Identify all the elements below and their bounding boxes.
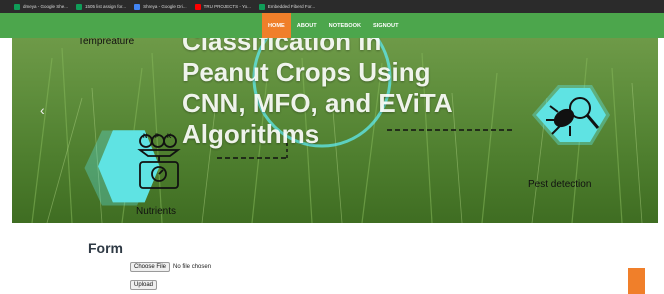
sheets-icon <box>14 3 20 10</box>
temperature-label: Tempreature <box>78 38 135 47</box>
bookmark-label: 1505 list assign for... <box>85 4 127 9</box>
file-status-text: No file chosen <box>173 264 212 270</box>
back-to-top-button[interactable] <box>628 268 645 294</box>
upload-button[interactable]: Upload <box>130 280 158 290</box>
nav-about[interactable]: ABOUT <box>291 13 323 38</box>
bookmark-label: Shreya - Google Dri... <box>143 4 187 9</box>
nav-home[interactable]: HOME <box>262 13 291 38</box>
hero-title-line: Algorithms <box>182 119 320 149</box>
hero-title-line: Peanut Crops Using <box>182 57 431 87</box>
bookmark-label: Embedded Fiberd For... <box>267 4 316 9</box>
youtube-icon <box>194 3 201 10</box>
nutrients-label: Nutrients <box>136 206 177 217</box>
hero-title: Classification in Peanut Crops Using CNN… <box>182 38 512 150</box>
sheets-icon <box>76 3 83 10</box>
bookmark-sheets-3[interactable]: Embedded Fiberd For... <box>258 3 316 10</box>
hero-banner: ‹ Classification in Peanut Crops Using C… <box>12 38 658 223</box>
bookmark-drive[interactable]: Shreya - Google Dri... <box>134 3 187 10</box>
nav-menu: HOME ABOUT NOTEBOOK SIGNOUT <box>262 13 404 38</box>
hero-title-line: CNN, MFO, and EViTA <box>182 88 453 118</box>
bookmark-sheets-1[interactable]: dmeya - Google She... <box>14 3 69 10</box>
form-title: Form <box>88 240 123 256</box>
bookmark-label: dmeya - Google She... <box>23 4 69 9</box>
drive-icon <box>134 3 141 10</box>
bookmarks-bar: dmeya - Google She... 1505 list assign f… <box>0 0 664 13</box>
choose-file-button[interactable]: Choose File <box>130 262 171 272</box>
npk-letter: P <box>155 134 160 140</box>
file-input: Choose File No file chosen <box>130 262 211 272</box>
prev-slide-arrow[interactable]: ‹ <box>40 102 45 118</box>
bookmark-sheets-2[interactable]: 1505 list assign for... <box>76 3 127 10</box>
npk-letter: K <box>167 134 172 140</box>
hero-title-line: Classification in <box>182 38 382 56</box>
nav-notebook[interactable]: NOTEBOOK <box>323 13 367 38</box>
sheets-icon <box>258 3 265 10</box>
npk-letter: N <box>143 134 148 140</box>
pest-detection-label: Pest detection <box>528 179 592 190</box>
nav-signout[interactable]: SIGNOUT <box>367 13 404 38</box>
bookmark-label: TRU PROJECTS - Yo... <box>203 4 251 9</box>
bookmark-youtube[interactable]: TRU PROJECTS - Yo... <box>194 3 251 10</box>
navbar: HOME ABOUT NOTEBOOK SIGNOUT <box>0 13 664 38</box>
